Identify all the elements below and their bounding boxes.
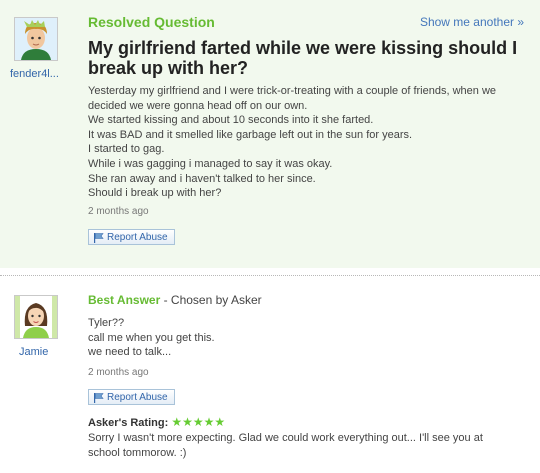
question-timestamp: 2 months ago	[88, 206, 149, 217]
report-abuse-label: Report Abuse	[107, 231, 168, 243]
asker-rating-label: Asker's Rating:	[88, 417, 169, 429]
question-body-line: We started kissing and about 10 seconds …	[88, 114, 374, 127]
best-answer-heading: Best Answer - Chosen by Asker	[88, 293, 262, 307]
question-body-line: It was BAD and it smelled like garbage l…	[88, 128, 413, 141]
asker-rating-comment: Sorry I wasn't more expecting. Glad we c…	[88, 432, 483, 459]
question-body-line: She ran away and i haven't talked to her…	[88, 172, 316, 185]
best-answer-label: Best Answer	[88, 293, 161, 307]
flag-icon	[94, 232, 104, 243]
rating-stars: ★★★★★	[171, 415, 226, 429]
answerer-avatar[interactable]	[14, 295, 58, 339]
answer-timestamp: 2 months ago	[88, 367, 149, 378]
resolved-question-heading: Resolved Question	[88, 14, 215, 30]
report-abuse-button[interactable]: Report Abuse	[88, 229, 175, 245]
question-body-line: Should i break up with her?	[88, 187, 222, 200]
asker-rating: Asker's Rating: ★★★★★	[88, 415, 225, 429]
question-body-line: Yesterday my girlfriend and I were trick…	[88, 85, 497, 97]
show-me-another-link[interactable]: Show me another »	[420, 15, 524, 29]
answer-body-line: Tyler??	[88, 317, 125, 329]
answer-body: Tyler?? call me when you get this. we ne…	[88, 316, 215, 360]
question-body: Yesterday my girlfriend and I were trick…	[88, 84, 496, 201]
question-body-line: While i was gagging i managed to say it …	[88, 157, 333, 170]
asker-avatar[interactable]	[14, 17, 58, 61]
asker-name-link[interactable]: fender4l...	[10, 68, 59, 80]
question-title: My girlfriend farted while we were kissi…	[88, 38, 518, 78]
question-body-line: decided we were gonna head off on our ow…	[88, 99, 308, 112]
answer-body-line: call me when you get this.	[88, 331, 215, 344]
avatar-girl-icon	[15, 296, 57, 338]
report-abuse-label: Report Abuse	[107, 391, 168, 403]
chosen-by-label: - Chosen by Asker	[160, 293, 262, 307]
section-divider	[0, 275, 540, 276]
avatar-boy-icon	[15, 18, 57, 60]
answer-report-abuse-button[interactable]: Report Abuse	[88, 389, 175, 405]
answer-body-line: we need to talk...	[88, 346, 172, 359]
question-body-line: I started to gag.	[88, 143, 165, 156]
flag-icon	[94, 392, 104, 403]
answerer-name-link[interactable]: Jamie	[19, 346, 48, 358]
